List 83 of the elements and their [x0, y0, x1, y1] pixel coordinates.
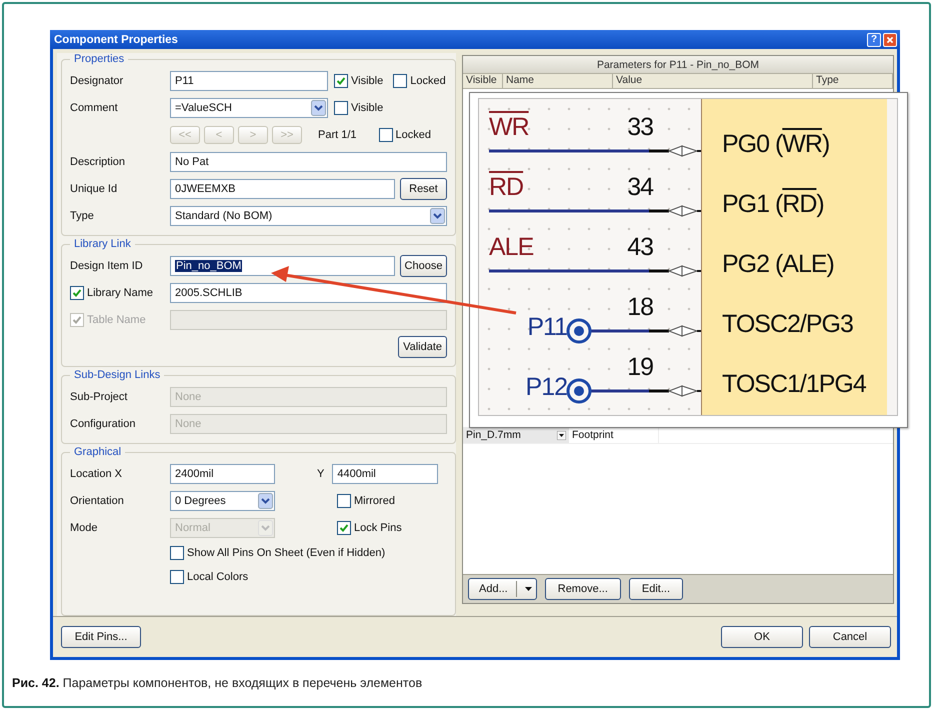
checkbox[interactable]: [170, 570, 184, 584]
close-icon[interactable]: [883, 32, 897, 46]
field-label: Configuration: [70, 418, 136, 430]
column-header[interactable]: Value: [613, 74, 813, 88]
checkbox-label: Show All Pins On Sheet (Even if Hidden): [187, 547, 386, 559]
checkbox-label: Visible: [351, 74, 384, 86]
column-header[interactable]: Type: [813, 74, 893, 88]
checkbox[interactable]: [337, 520, 351, 534]
dropdown-field[interactable]: 0 Degrees: [170, 490, 275, 510]
dialog-button[interactable]: OK: [721, 626, 803, 648]
checkbox-label: Locked: [410, 74, 446, 86]
column-header[interactable]: Name: [503, 74, 613, 88]
group-title: Properties: [73, 53, 126, 65]
field-label: Description: [70, 156, 126, 168]
pin-name: RD: [489, 173, 524, 201]
field-label: Designator: [70, 74, 124, 86]
dropdown-field[interactable]: Standard (No BOM): [170, 206, 447, 226]
checkbox[interactable]: [334, 100, 348, 114]
checkbox[interactable]: [334, 74, 348, 88]
group-title: Library Link: [73, 238, 132, 250]
dropdown-arrow-icon[interactable]: [557, 430, 566, 440]
port-icon: [566, 318, 592, 344]
checkbox-label: Visible: [351, 102, 384, 114]
text-field[interactable]: 0JWEEMXB: [170, 178, 395, 198]
checkbox-label: Table Name: [87, 314, 146, 326]
signal-label: TOSC2/PG3: [722, 310, 853, 338]
add-button[interactable]: Add...: [468, 578, 537, 600]
pin-name: ALE: [489, 233, 534, 261]
checkbox-label: Lock Pins: [354, 522, 402, 534]
field-label: Design Item ID: [70, 260, 144, 272]
text-field[interactable]: 2400mil: [170, 464, 275, 484]
group-title: Graphical: [73, 446, 122, 458]
pin-name: P11: [527, 313, 567, 341]
checkbox-label: Mirrored: [354, 494, 395, 506]
field-label: Location X: [70, 468, 123, 480]
checkbox-label: Locked: [396, 128, 432, 140]
part-label: Part 1/1: [318, 128, 357, 140]
dialog-button[interactable]: Cancel: [809, 626, 891, 648]
field-label: Sub-Project: [70, 390, 128, 402]
field-label: Comment: [70, 102, 119, 114]
field-label: Orientation: [70, 494, 125, 506]
window-title: Component Properties: [54, 34, 179, 46]
edit-pins-button[interactable]: Edit Pins...: [61, 626, 141, 648]
port-icon: [566, 378, 592, 404]
help-button[interactable]: ?: [867, 32, 881, 46]
checkbox[interactable]: [393, 74, 408, 88]
signal-label: TOSC1/1PG4: [722, 370, 866, 398]
caret-icon: [524, 586, 532, 592]
text-field[interactable]: No Pat: [170, 152, 447, 172]
reset-button[interactable]: Reset: [400, 178, 447, 200]
signal-label: PG2 (ALE): [722, 250, 834, 278]
checkbox[interactable]: [170, 546, 184, 560]
text-field[interactable]: Pin_no_BOM: [170, 256, 395, 276]
figure-caption: Рис. 42. Параметры компонентов, не входящих в перечень элементов: [12, 676, 422, 690]
table-cell[interactable]: Pin_D.7mm: [463, 427, 569, 443]
column-header[interactable]: Visible: [463, 74, 503, 88]
field-label: Unique Id: [70, 182, 118, 194]
text-field[interactable]: P11: [170, 70, 328, 90]
pin-name: P12: [526, 373, 567, 401]
checkbox[interactable]: [337, 494, 351, 508]
text-field[interactable]: 2005.SCHLIB: [170, 282, 447, 302]
dropdown-field[interactable]: =ValueSCH: [170, 98, 328, 118]
field-label: Y: [317, 468, 324, 480]
text-field[interactable]: 4400mil: [332, 464, 438, 484]
signal-label: PG0 (WR): [722, 130, 830, 158]
pin-number: 34: [627, 173, 653, 201]
checkbox-label: Local Colors: [187, 571, 248, 583]
checkbox[interactable]: [70, 286, 84, 300]
group-title: Sub-Design Links: [73, 369, 162, 381]
choose-button[interactable]: Choose: [400, 254, 447, 276]
field-label: Mode: [70, 522, 99, 534]
pin-number: 19: [627, 353, 653, 381]
field-label: Type: [70, 210, 95, 222]
pin-name: WR: [489, 113, 529, 141]
pin-number: 33: [627, 113, 653, 141]
pin-number: 18: [627, 293, 653, 321]
signal-label: PG1 (RD): [722, 190, 824, 218]
panel-title: Parameters for P11 - Pin_no_BOM: [463, 56, 893, 74]
validate-button[interactable]: Validate: [398, 336, 447, 358]
checkbox-label: Library Name: [87, 286, 154, 298]
panel-button[interactable]: Edit...: [628, 578, 684, 600]
panel-button[interactable]: Remove...: [544, 578, 621, 600]
pin-number: 43: [627, 233, 653, 261]
